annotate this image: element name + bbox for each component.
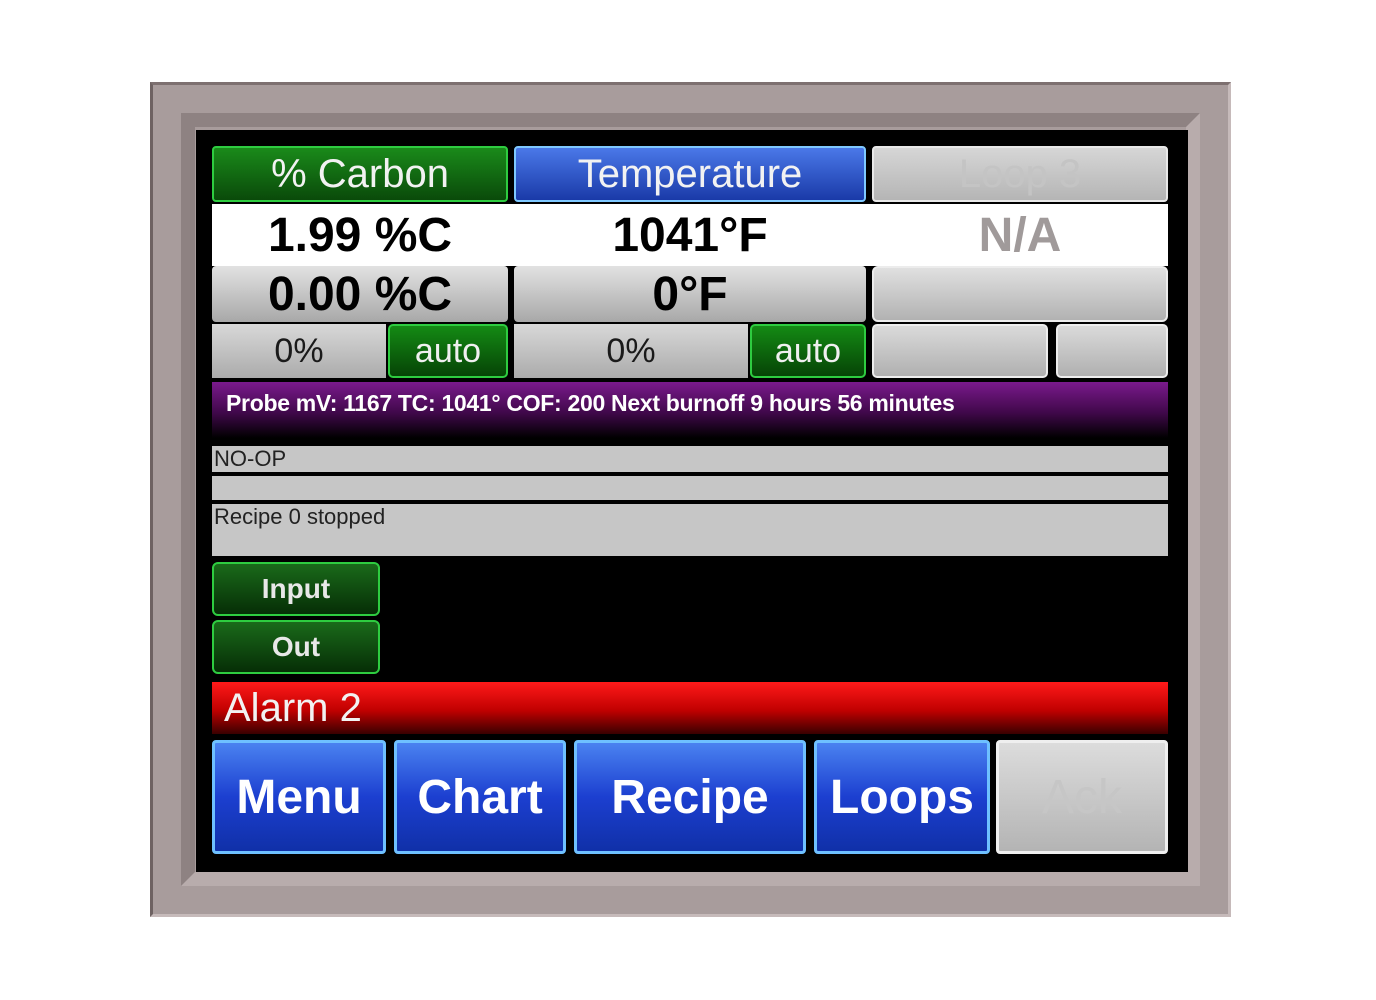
tab-carbon[interactable]: % Carbon — [212, 146, 508, 202]
carbon-output-percent: 0% — [212, 324, 386, 378]
loop3-process-value: N/A — [978, 208, 1062, 262]
out-button[interactable]: Out — [212, 620, 380, 674]
menu-button[interactable]: Menu — [212, 740, 386, 854]
loop3-setpoint[interactable] — [872, 266, 1168, 322]
loop3-output-button[interactable] — [872, 324, 1048, 378]
temperature-setpoint[interactable]: 0°F — [514, 266, 866, 322]
status-line: Probe mV: 1167 TC: 1041° COF: 200 Next b… — [212, 382, 1168, 438]
loop3-mode-button[interactable] — [1056, 324, 1168, 378]
carbon-setpoint[interactable]: 0.00 %C — [212, 266, 508, 322]
recipe-button[interactable]: Recipe — [574, 740, 806, 854]
input-button[interactable]: Input — [212, 562, 380, 616]
message-line — [212, 476, 1168, 500]
carbon-process-value: 1.99 %C — [267, 208, 453, 262]
recipe-status-line: Recipe 0 stopped — [212, 504, 1168, 556]
temperature-auto-button[interactable]: auto — [750, 324, 866, 378]
tab-loop3[interactable]: Loop 3 — [872, 146, 1168, 202]
operation-line: NO-OP — [212, 446, 1168, 472]
touch-screen: % Carbon Temperature Loop 3 1.99 %C 1041… — [196, 130, 1188, 872]
alarm-banner[interactable]: Alarm 2 — [212, 682, 1168, 734]
carbon-auto-button[interactable]: auto — [388, 324, 508, 378]
temperature-process-value: 1041°F — [612, 208, 768, 262]
ack-button[interactable]: Ack — [996, 740, 1168, 854]
temperature-output-percent: 0% — [514, 324, 748, 378]
chart-button[interactable]: Chart — [394, 740, 566, 854]
loops-button[interactable]: Loops — [814, 740, 990, 854]
tab-temperature[interactable]: Temperature — [514, 146, 866, 202]
